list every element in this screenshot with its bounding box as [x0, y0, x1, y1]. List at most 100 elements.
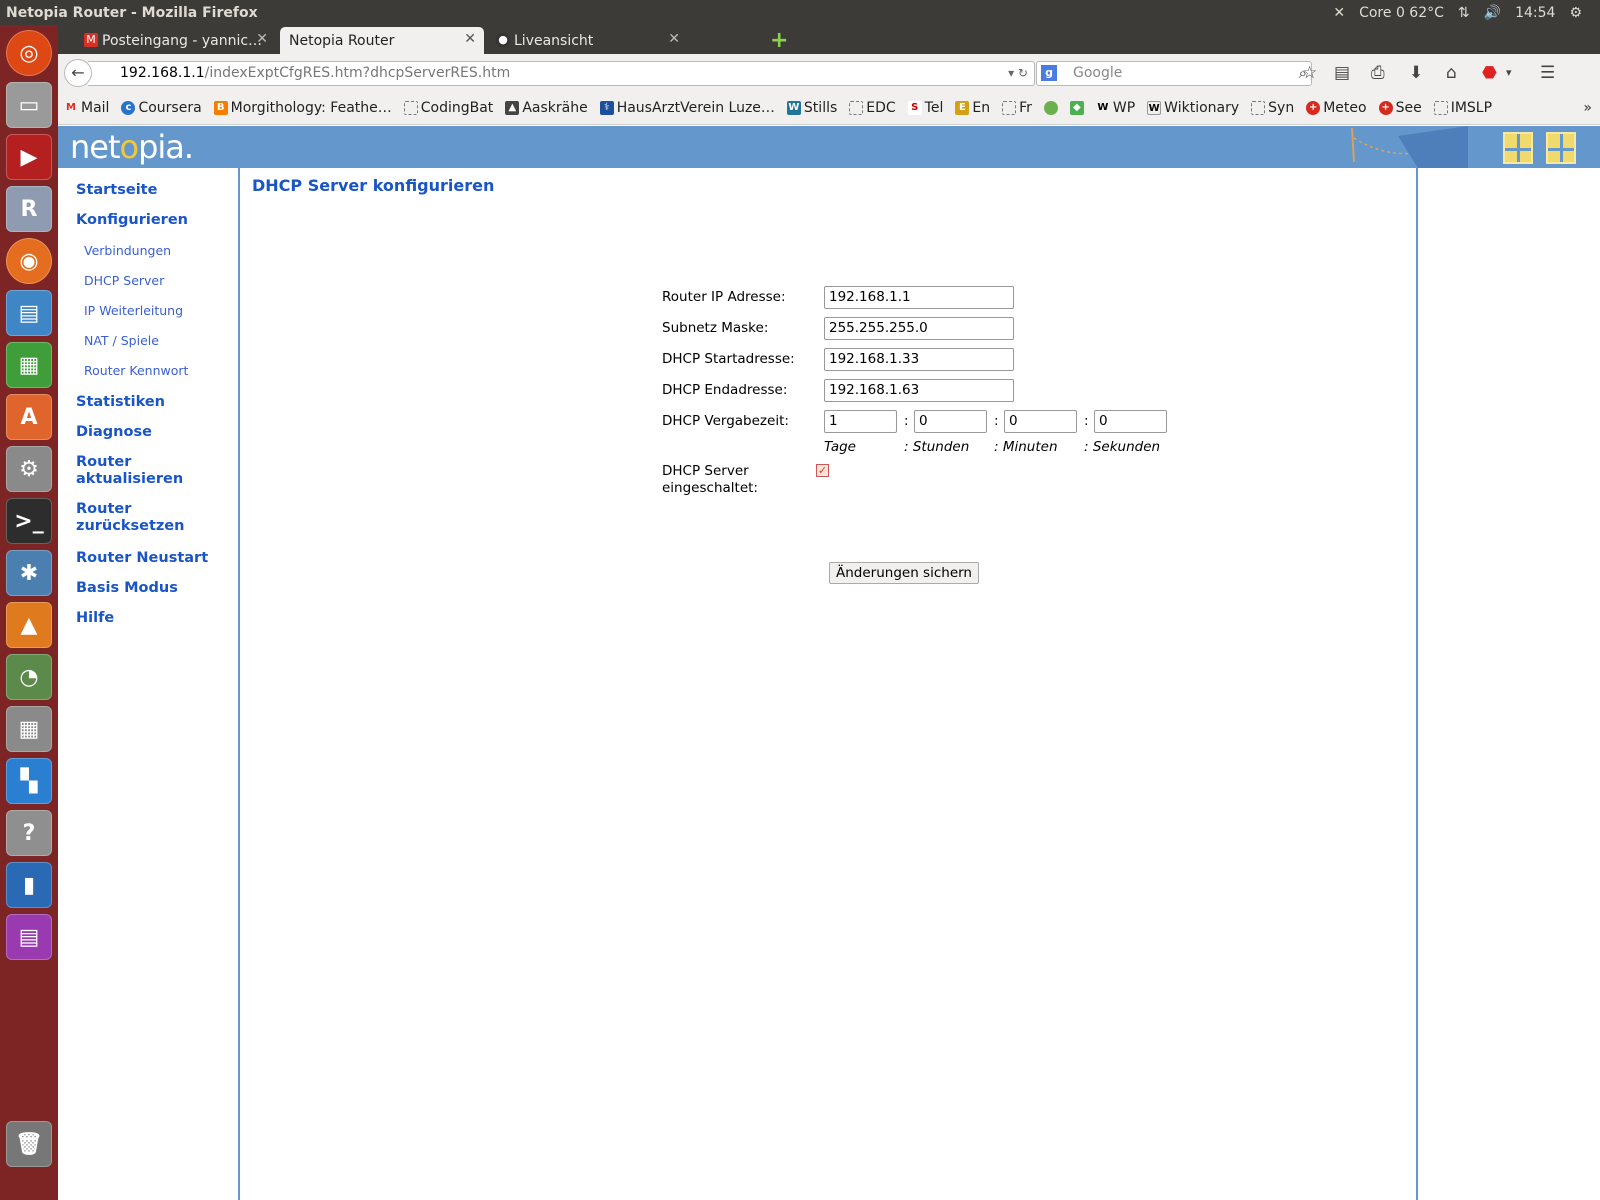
- bookmark-morgithology[interactable]: B Morgithology: Feathe…: [213, 100, 392, 116]
- launcher: ◎ ▭ ▶ R ◉ ▤ ▦ A ⚙ >_ ✱ ▲ ◔ ▦ ▚ ? ▮ ▤ 🗑: [0, 25, 58, 1200]
- lease-seconds-input[interactable]: 0: [1094, 410, 1167, 433]
- ebook-reader-icon[interactable]: ▮: [6, 862, 52, 908]
- calculator-icon[interactable]: ▦: [6, 706, 52, 752]
- subnet-mask-input[interactable]: 255.255.255.0: [824, 317, 1014, 340]
- lease-hours-input[interactable]: 0: [914, 410, 987, 433]
- download-icon[interactable]: ⬇: [1409, 63, 1423, 83]
- settings-gear-icon[interactable]: ⚙: [1569, 5, 1582, 21]
- lease-days-input[interactable]: 1: [824, 410, 897, 433]
- page-icon: [1002, 101, 1017, 115]
- nav-ip-weiterleitung[interactable]: IP Weiterleitung: [84, 303, 183, 318]
- close-icon[interactable]: ✕: [464, 31, 476, 47]
- nav-statistiken[interactable]: Statistiken: [76, 394, 165, 411]
- new-tab-plus-icon[interactable]: +: [770, 28, 788, 53]
- nav-dhcp-server[interactable]: DHCP Server: [84, 273, 164, 288]
- save-changes-button[interactable]: Änderungen sichern: [829, 562, 979, 584]
- nav-router-neustart[interactable]: Router Neustart: [76, 550, 208, 567]
- tab-netopia-router[interactable]: Netopia Router ✕: [280, 27, 484, 54]
- bookmark-stills[interactable]: W Stills: [786, 100, 837, 116]
- bookmark-aaskraehe[interactable]: ▲ Aaskrähe: [505, 100, 588, 116]
- url-bar[interactable]: 192.168.1.1/indexExptCfgRES.htm?dhcpServ…: [88, 61, 1035, 86]
- terminal-icon[interactable]: >_: [6, 498, 52, 544]
- bookmark-tel[interactable]: S Tel: [907, 100, 943, 116]
- bookmark-meteo[interactable]: + Meteo: [1306, 100, 1367, 116]
- bookmark-see[interactable]: + See: [1378, 100, 1422, 116]
- help-icon[interactable]: ?: [6, 810, 52, 856]
- back-arrow-icon: ←: [71, 63, 85, 82]
- banner-corner-shape: [1398, 126, 1468, 168]
- window-icon: [1503, 132, 1533, 164]
- tab-liveansicht[interactable]: ● Liveansicht ✕: [488, 27, 688, 54]
- leaf-icon: [1043, 101, 1058, 115]
- disk-usage-icon[interactable]: ◔: [6, 654, 52, 700]
- nav-router-aktualisieren[interactable]: Router aktualisieren: [76, 454, 183, 488]
- menu-icon[interactable]: ☰: [1540, 63, 1555, 83]
- adblock-dropdown-icon[interactable]: ▾: [1506, 66, 1512, 79]
- nav-diagnose[interactable]: Diagnose: [76, 424, 152, 441]
- nav-startseite[interactable]: Startseite: [76, 182, 157, 199]
- vlc-icon[interactable]: ▲: [6, 602, 52, 648]
- dhcp-end-input[interactable]: 192.168.1.63: [824, 379, 1014, 402]
- dhcp-enabled-checkbox[interactable]: ✓: [816, 464, 829, 477]
- router-ip-input[interactable]: 192.168.1.1: [824, 286, 1014, 309]
- coursera-icon: c: [121, 101, 136, 115]
- bookmark-fr[interactable]: Fr: [1002, 100, 1032, 116]
- chess-icon[interactable]: ▚: [6, 758, 52, 804]
- bookmarks-list-icon[interactable]: ▤: [1334, 63, 1350, 83]
- bookmark-wp[interactable]: W WP: [1096, 100, 1135, 116]
- subnet-mask-label: Subnetz Maske:: [662, 320, 769, 336]
- software-center-icon[interactable]: A: [6, 394, 52, 440]
- files-icon[interactable]: ▭: [6, 82, 52, 128]
- unit-minutes-label: : Minuten: [994, 439, 1058, 455]
- r-language-icon[interactable]: R: [6, 186, 52, 232]
- search-bar[interactable]: g Google ⌕: [1036, 61, 1312, 86]
- network-tool-icon[interactable]: ✱: [6, 550, 52, 596]
- bookmark-hausarztverein[interactable]: ⚕ HausArztVerein Luze…: [599, 100, 775, 116]
- nav-basis-modus[interactable]: Basis Modus: [76, 580, 178, 597]
- dhcp-start-input[interactable]: 192.168.1.33: [824, 348, 1014, 371]
- bookmark-en[interactable]: E En: [955, 100, 990, 116]
- firefox-icon[interactable]: ◉: [6, 238, 52, 284]
- bookmark-syn[interactable]: Syn: [1251, 100, 1294, 116]
- close-icon[interactable]: ✕: [668, 31, 680, 47]
- unit-hours-label: : Stunden: [904, 439, 970, 455]
- bookmark-leaf[interactable]: [1043, 101, 1058, 115]
- bookmark-imslp[interactable]: IMSLP: [1433, 100, 1492, 116]
- writer-icon[interactable]: ▤: [6, 290, 52, 336]
- window-icon: [1546, 132, 1576, 164]
- workspace-switcher-icon[interactable]: ▤: [6, 914, 52, 960]
- nav-router-zuruecksetzen[interactable]: Router zurücksetzen: [76, 501, 184, 535]
- print-icon[interactable]: ⎙: [1371, 63, 1385, 83]
- bookmark-edc[interactable]: EDC: [849, 100, 896, 116]
- nav-verbindungen[interactable]: Verbindungen: [84, 243, 171, 258]
- network-icon[interactable]: ✕: [1333, 5, 1345, 21]
- calc-icon[interactable]: ▦: [6, 342, 52, 388]
- bookmarks-overflow-chevron-icon[interactable]: »: [1583, 100, 1592, 116]
- lease-minutes-input[interactable]: 0: [1004, 410, 1077, 433]
- clock[interactable]: 14:54: [1515, 5, 1555, 21]
- nav-hilfe[interactable]: Hilfe: [76, 610, 114, 627]
- bookmark-codingbat[interactable]: CodingBat: [403, 100, 493, 116]
- home-icon[interactable]: ⌂: [1446, 63, 1457, 83]
- adblock-icon[interactable]: ⬣: [1482, 63, 1497, 83]
- page-icon: [403, 101, 418, 115]
- back-button[interactable]: ←: [64, 59, 92, 87]
- bookmark-star-icon[interactable]: ☆: [1302, 63, 1317, 83]
- nav-konfigurieren[interactable]: Konfigurieren: [76, 212, 188, 229]
- nav-nat-spiele[interactable]: NAT / Spiele: [84, 333, 159, 348]
- bookmark-maps[interactable]: ◆: [1069, 101, 1084, 115]
- reload-icon[interactable]: ▾ ↻: [1008, 62, 1028, 85]
- nav-router-kennwort[interactable]: Router Kennwort: [84, 363, 188, 378]
- bookmark-coursera[interactable]: c Coursera: [121, 100, 202, 116]
- volume-icon[interactable]: 🔊: [1484, 5, 1501, 21]
- media-player-icon[interactable]: ▶: [6, 134, 52, 180]
- tab-gmail[interactable]: M Posteingang - yannic… ✕: [76, 27, 276, 54]
- system-settings-icon[interactable]: ⚙: [6, 446, 52, 492]
- bookmark-wiktionary[interactable]: W Wiktionary: [1147, 100, 1239, 116]
- close-icon[interactable]: ✕: [256, 31, 268, 47]
- cpu-temp-indicator[interactable]: Core 0 62°C: [1359, 5, 1444, 21]
- bookmark-mail[interactable]: M Mail: [64, 100, 109, 116]
- trash-icon[interactable]: 🗑: [6, 1121, 52, 1167]
- transfer-icon[interactable]: ⇅: [1458, 5, 1470, 21]
- ubuntu-dash-icon[interactable]: ◎: [6, 30, 52, 76]
